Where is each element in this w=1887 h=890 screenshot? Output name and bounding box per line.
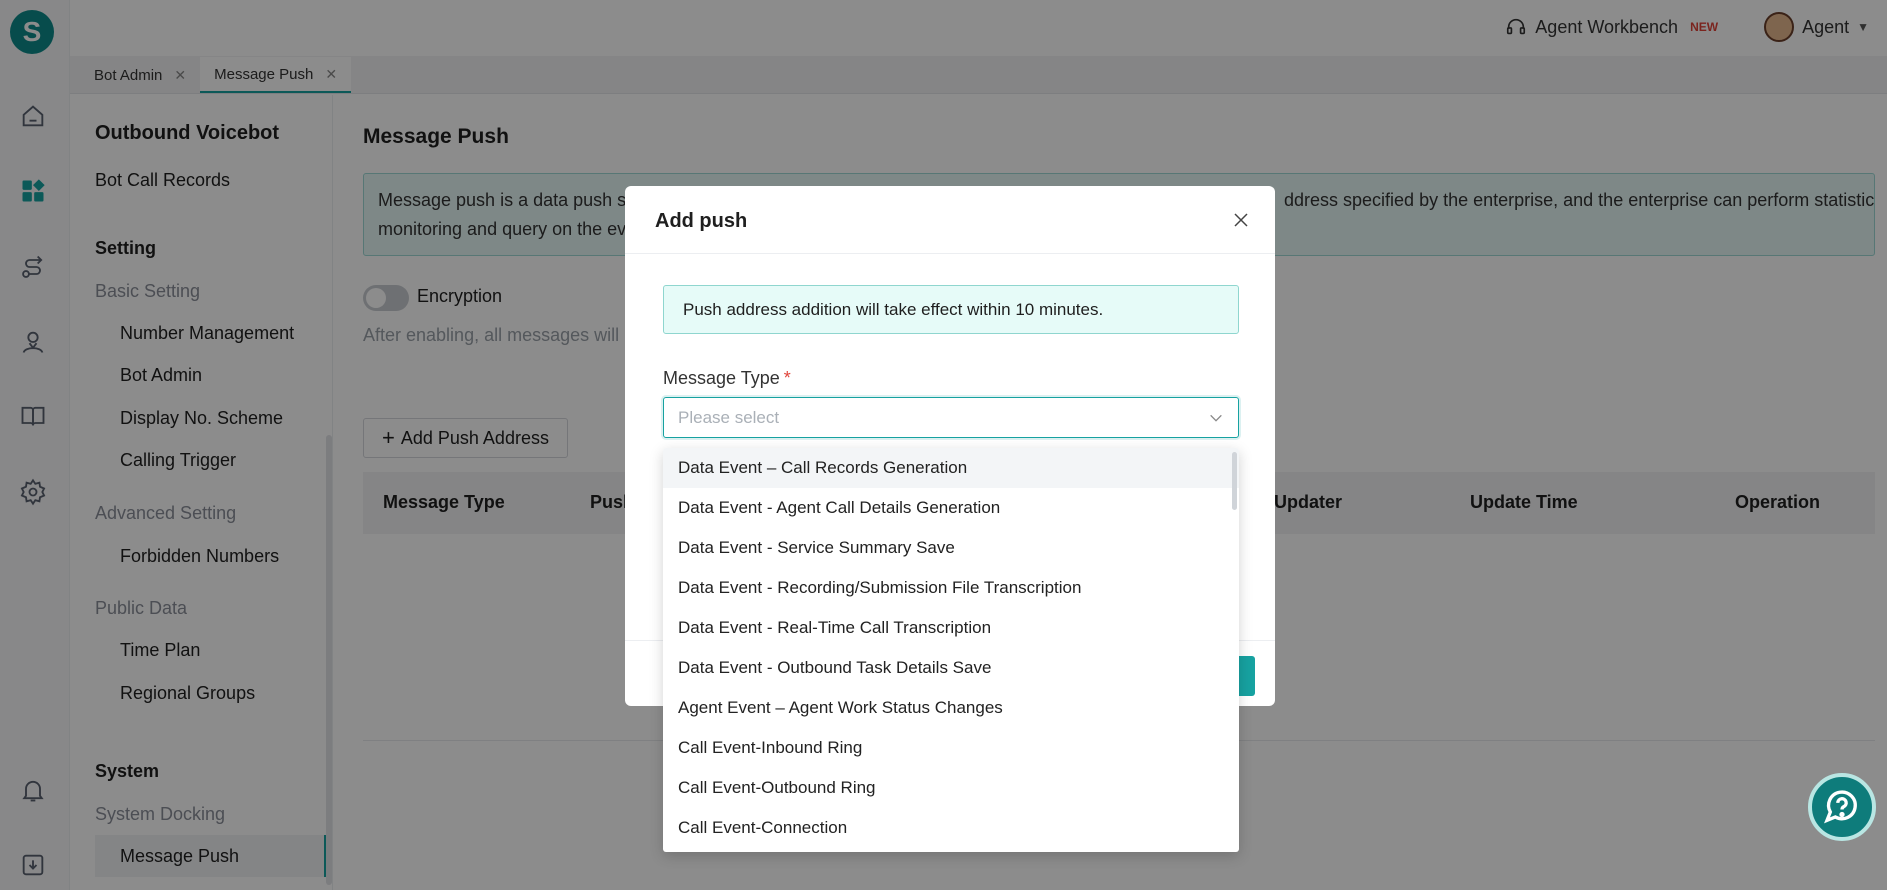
chevron-down-icon — [1210, 414, 1222, 422]
dropdown-option[interactable]: Call Event-Connection — [663, 808, 1239, 848]
dropdown-option[interactable]: Data Event - Outbound Task Details Save — [663, 648, 1239, 688]
modal-header: Add push — [625, 186, 1275, 254]
dropdown-option[interactable]: Data Event – Call Records Generation — [663, 448, 1239, 488]
message-type-dropdown: Data Event – Call Records Generation Dat… — [663, 448, 1239, 852]
help-button[interactable] — [1808, 773, 1876, 841]
select-placeholder: Please select — [678, 407, 780, 427]
dropdown-scrollbar[interactable] — [1232, 452, 1237, 510]
dropdown-option[interactable]: Agent Event – Agent Work Status Changes — [663, 688, 1239, 728]
dropdown-option[interactable]: Call Event-Outbound Ring — [663, 768, 1239, 808]
dropdown-option[interactable]: Data Event - Agent Call Details Generati… — [663, 488, 1239, 528]
notice-banner: Push address addition will take effect w… — [663, 285, 1239, 334]
dropdown-option[interactable]: Data Event - Recording/Submission File T… — [663, 568, 1239, 608]
close-icon[interactable] — [1227, 206, 1255, 234]
help-icon — [1824, 790, 1857, 824]
dropdown-option[interactable]: Call Event-Inbound Ring — [663, 728, 1239, 768]
message-type-select[interactable]: Please select — [663, 397, 1239, 438]
message-type-label: Message Type * — [663, 368, 791, 389]
required-mark: * — [783, 368, 791, 388]
modal-title: Add push — [655, 210, 748, 232]
dropdown-option[interactable]: Data Event - Service Summary Save — [663, 528, 1239, 568]
dropdown-option[interactable]: Data Event - Real-Time Call Transcriptio… — [663, 608, 1239, 648]
field-label-text: Message Type — [663, 368, 780, 388]
